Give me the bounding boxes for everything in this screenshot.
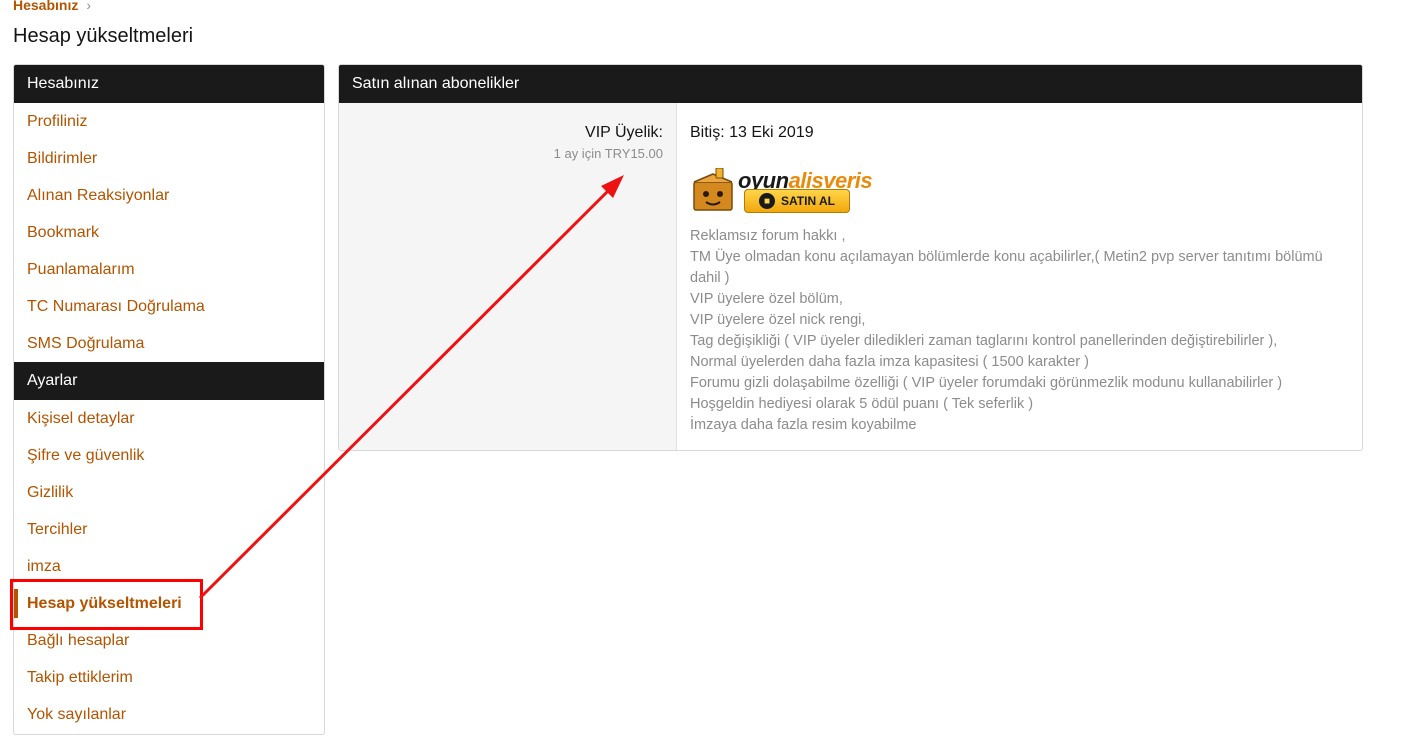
page-title: Hesap yükseltmeleri xyxy=(13,25,194,47)
sidebar-item-account-upgrades[interactable]: Hesap yükseltmeleri xyxy=(14,585,324,622)
feature-item: TM Üye olmadan konu açılamayan bölümlerd… xyxy=(690,249,1323,265)
feature-item: İmzaya daha fazla resim koyabilme xyxy=(690,417,917,433)
sidebar-item-sms-verification[interactable]: SMS Doğrulama xyxy=(14,325,324,362)
oyunalisveris-logo[interactable]: oyunalisveris ■ SATIN AL xyxy=(690,150,890,218)
feature-item: VIP üyelere özel nick rengi, xyxy=(690,312,866,328)
sidebar-item-connected-accounts[interactable]: Bağlı hesaplar xyxy=(14,622,324,659)
sidebar-item-preferences[interactable]: Tercihler xyxy=(14,511,324,548)
sidebar-item-personal-details[interactable]: Kişisel detaylar xyxy=(14,400,324,437)
sidebar-item-ratings[interactable]: Puanlamalarım xyxy=(14,251,324,288)
subscription-detail-cell: Bitiş: 13 Eki 2019 oyunalisveris ■ SATIN… xyxy=(677,103,1362,450)
sidebar: Hesabınız Profiliniz Bildirimler Alınan … xyxy=(13,64,325,735)
feature-item: Hoşgeldin hediyesi olarak 5 ödül puanı (… xyxy=(690,396,1034,412)
buy-button-label: SATIN AL xyxy=(781,194,835,208)
sidebar-item-ignored[interactable]: Yok sayılanlar xyxy=(14,696,324,733)
subscriptions-panel: Satın alınan abonelikler VIP Üyelik: 1 a… xyxy=(338,64,1363,451)
sidebar-section-account: Hesabınız xyxy=(14,65,324,103)
cart-icon: ■ xyxy=(759,193,775,209)
feature-list: Reklamsız forum hakkı , TM Üye olmadan k… xyxy=(690,226,1349,436)
sidebar-item-tc-verification[interactable]: TC Numarası Doğrulama xyxy=(14,288,324,325)
sidebar-item-bookmark[interactable]: Bookmark xyxy=(14,214,324,251)
panel-header: Satın alınan abonelikler xyxy=(339,65,1362,103)
sidebar-item-notifications[interactable]: Bildirimler xyxy=(14,140,324,177)
sidebar-section-settings: Ayarlar xyxy=(14,362,324,400)
chevron-right-icon: › xyxy=(86,0,92,13)
shopping-box-icon xyxy=(693,168,733,211)
sidebar-item-privacy[interactable]: Gizlilik xyxy=(14,474,324,511)
sidebar-item-signature[interactable]: imza xyxy=(14,548,324,585)
feature-item: VIP üyelere özel bölüm, xyxy=(690,291,843,307)
breadcrumb: Hesabınız › xyxy=(13,0,91,13)
sidebar-item-reactions[interactable]: Alınan Reaksiyonlar xyxy=(14,177,324,214)
sidebar-item-following[interactable]: Takip ettiklerim xyxy=(14,659,324,696)
breadcrumb-link[interactable]: Hesabınız xyxy=(13,0,78,13)
sidebar-item-password-security[interactable]: Şifre ve güvenlik xyxy=(14,437,324,474)
vip-price: 1 ay için TRY15.00 xyxy=(553,146,663,161)
feature-item: Tag değişikliği ( VIP üyeler diledikleri… xyxy=(690,333,1278,349)
expiry-date: Bitiş: 13 Eki 2019 xyxy=(690,124,814,141)
subscription-row: VIP Üyelik: 1 ay için TRY15.00 Bitiş: 13… xyxy=(339,103,1362,450)
subscription-label-cell: VIP Üyelik: 1 ay için TRY15.00 xyxy=(339,103,677,450)
feature-item: dahil ) xyxy=(690,270,730,286)
sidebar-item-profile[interactable]: Profiliniz xyxy=(14,103,324,140)
feature-item: Normal üyelerden daha fazla imza kapasit… xyxy=(690,354,1089,370)
vip-label: VIP Üyelik: xyxy=(585,124,663,141)
feature-item: Forumu gizli dolaşabilme özelliği ( VIP … xyxy=(690,375,1283,391)
buy-button[interactable]: ■ SATIN AL xyxy=(744,189,850,213)
feature-item: Reklamsız forum hakkı , xyxy=(690,228,846,244)
